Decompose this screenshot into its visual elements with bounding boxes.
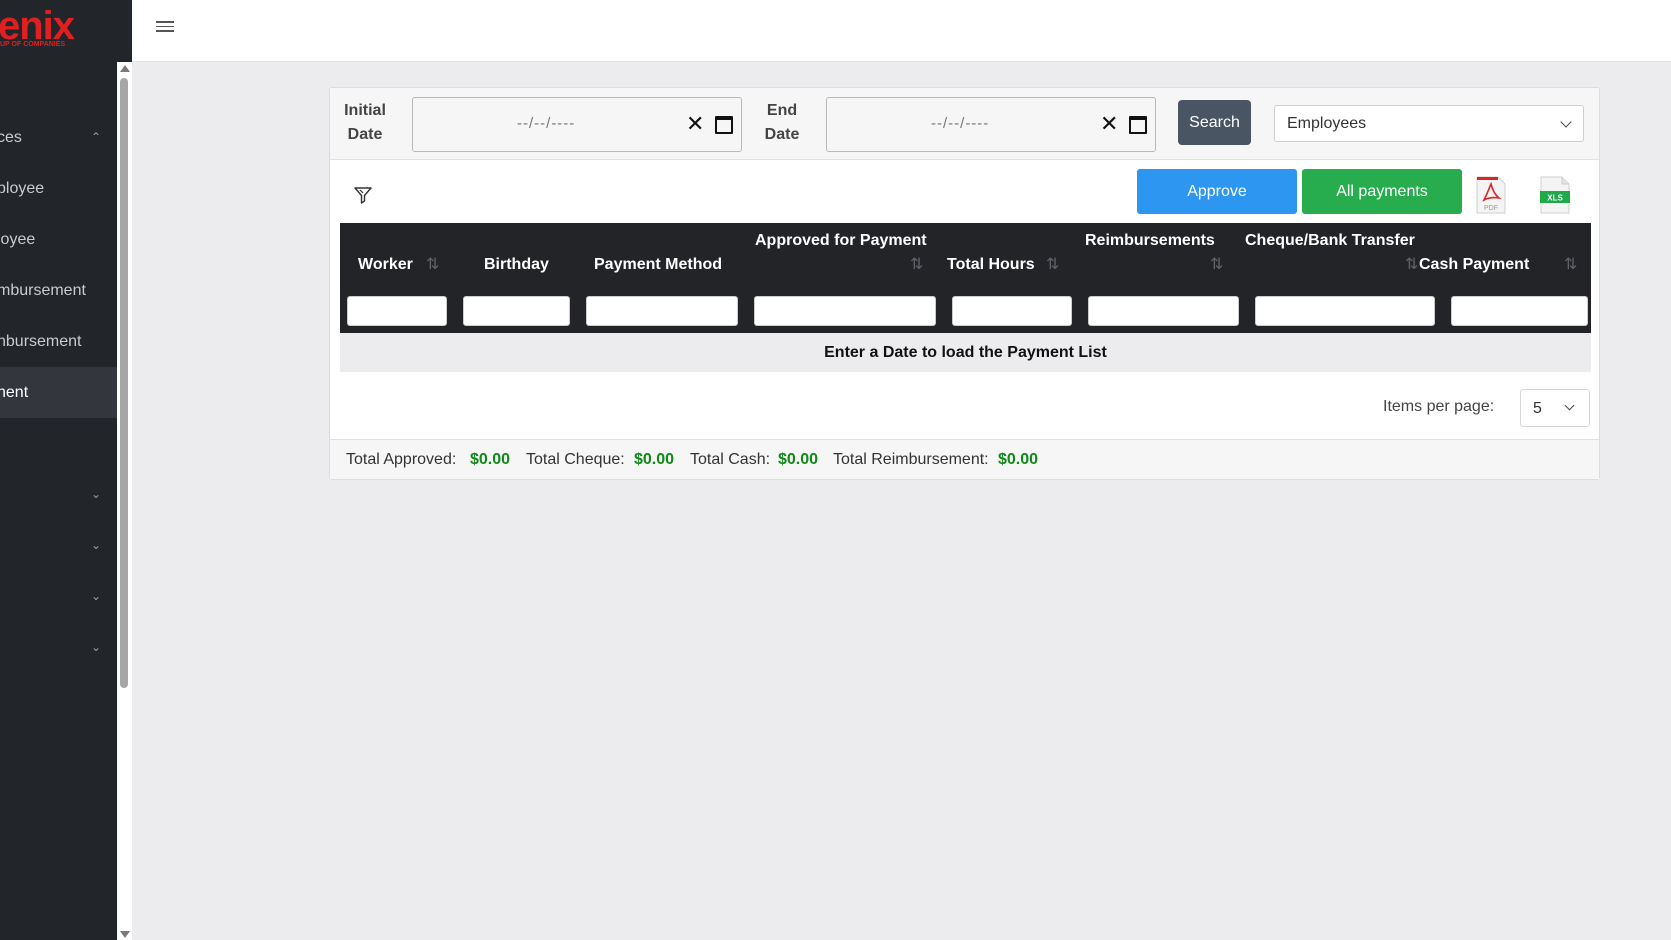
total-cash-value: $0.00 <box>778 451 819 468</box>
calendar-icon[interactable] <box>715 116 733 134</box>
scroll-thumb[interactable] <box>120 78 128 688</box>
end-date-label: End Date <box>764 102 800 143</box>
employee-select[interactable]: Employees <box>1274 105 1584 142</box>
sort-icon[interactable]: ⇅ <box>910 254 923 274</box>
items-per-page-select[interactable]: 5 <box>1520 389 1590 427</box>
sidebar: ces ⌃ ployee loyee mbursement nbursement… <box>0 0 132 940</box>
sort-icon[interactable]: ⇅ <box>1046 254 1059 274</box>
chevron-up-icon: ⌃ <box>90 130 101 144</box>
filter-approved-input[interactable] <box>754 296 936 326</box>
col-birthday[interactable]: Birthday <box>484 256 549 274</box>
filter-birthday-input[interactable] <box>463 296 570 326</box>
filter-cash-input[interactable] <box>1451 296 1588 326</box>
col-approved-for-payment[interactable]: Approved for Payment <box>755 232 927 250</box>
sidebar-item-label: loyee <box>0 231 36 248</box>
employee-select-value: Employees <box>1287 115 1367 132</box>
filter-cheque-input[interactable] <box>1255 296 1435 326</box>
topbar <box>132 0 1671 62</box>
xls-label: XLS <box>1547 194 1563 203</box>
logo: enix UP OF COMPANIES <box>0 0 132 62</box>
sort-icon[interactable]: ⇅ <box>1405 254 1418 274</box>
col-cash-payment[interactable]: Cash Payment <box>1419 256 1529 274</box>
xls-export-icon[interactable]: XLS <box>1540 176 1570 214</box>
date-filter-bar: Initial Date --/--/---- ✕ End Date --/--… <box>330 88 1599 160</box>
chevron-down-icon: ⌄ <box>90 640 101 654</box>
totals-bar: Total Approved: $0.00 Total Cheque: $0.0… <box>330 439 1599 479</box>
chevron-down-icon <box>1560 116 1572 128</box>
initial-date-label: Initial Date <box>344 102 386 143</box>
total-reimbursement-label: Total Reimbursement: <box>833 451 989 468</box>
filter-payment-method-input[interactable] <box>586 296 738 326</box>
hamburger-icon[interactable] <box>156 18 174 36</box>
sort-icon[interactable]: ⇅ <box>1564 254 1577 274</box>
sidebar-item-4[interactable]: mbursement <box>0 265 117 316</box>
filter-worker-input[interactable] <box>347 296 447 326</box>
pdf-label: PDF <box>1484 205 1498 212</box>
total-cash-label: Total Cash: <box>690 451 771 468</box>
all-payments-button[interactable]: All payments <box>1302 169 1462 214</box>
sidebar-group-2[interactable]: ⌄ <box>0 520 117 571</box>
sidebar-item-label: ployee <box>0 180 45 197</box>
chevron-down-icon: ⌄ <box>90 589 101 603</box>
sidebar-item-label: nbursement <box>0 333 82 350</box>
sidebar-item-label: ces <box>0 129 22 146</box>
end-date-input[interactable]: --/--/---- ✕ <box>826 97 1156 152</box>
clear-icon[interactable]: ✕ <box>686 112 704 136</box>
sidebar-item-2[interactable]: ployee <box>0 163 117 214</box>
scroll-up-arrow-icon[interactable] <box>120 65 130 72</box>
col-reimbursements[interactable]: Reimbursements <box>1085 232 1215 250</box>
col-payment-method[interactable]: Payment Method <box>594 256 722 274</box>
approve-button[interactable]: Approve <box>1137 169 1297 214</box>
total-approved-label: Total Approved: <box>346 451 457 468</box>
sidebar-group-3[interactable]: ⌄ <box>0 571 117 622</box>
search-button[interactable]: Search <box>1178 100 1251 145</box>
col-worker[interactable]: Worker <box>358 256 413 274</box>
sidebar-item-3[interactable]: loyee <box>0 214 117 265</box>
filter-icon[interactable] <box>352 184 374 206</box>
date-placeholder: --/--/---- <box>931 115 990 132</box>
logo-text: enix <box>0 4 75 48</box>
payments-card: Initial Date --/--/---- ✕ End Date --/--… <box>329 87 1600 480</box>
sort-icon[interactable]: ⇅ <box>1210 254 1223 274</box>
total-cheque-label: Total Cheque: <box>526 451 625 468</box>
chevron-down-icon: ⌄ <box>90 487 101 501</box>
col-total-hours[interactable]: Total Hours <box>947 256 1035 274</box>
sidebar-group-1[interactable]: ⌄ <box>0 469 117 520</box>
sidebar-nav: ces ⌃ ployee loyee mbursement nbursement… <box>0 0 117 940</box>
total-reimbursement-value: $0.00 <box>998 451 1039 468</box>
initial-date-input[interactable]: --/--/---- ✕ <box>412 97 742 152</box>
scroll-down-arrow-icon[interactable] <box>120 931 130 938</box>
chevron-down-icon <box>1564 400 1575 411</box>
sort-icon[interactable]: ⇅ <box>426 254 439 274</box>
pdf-export-icon[interactable]: PDF <box>1476 176 1506 214</box>
chevron-down-icon: ⌄ <box>90 538 101 552</box>
total-approved-value: $0.00 <box>470 451 511 468</box>
col-cheque-bank-transfer[interactable]: Cheque/Bank Transfer <box>1245 232 1415 250</box>
sidebar-item-label: mbursement <box>0 282 86 299</box>
sidebar-item-label: nent <box>0 384 29 401</box>
sidebar-item-5[interactable]: nbursement <box>0 316 117 367</box>
clear-icon[interactable]: ✕ <box>1100 112 1118 136</box>
sidebar-item-active[interactable]: nent <box>0 367 117 418</box>
items-per-page-value: 5 <box>1533 400 1542 417</box>
filter-reimbursements-input[interactable] <box>1088 296 1239 326</box>
total-cheque-value: $0.00 <box>634 451 675 468</box>
filter-total-hours-input[interactable] <box>952 296 1072 326</box>
empty-table-message: Enter a Date to load the Payment List <box>340 333 1591 372</box>
sidebar-item-1[interactable]: ces ⌃ <box>0 112 117 163</box>
calendar-icon[interactable] <box>1129 116 1147 134</box>
table-header: Worker ⇅ Birthday Payment Method Approve… <box>340 223 1591 333</box>
date-placeholder: --/--/---- <box>517 115 576 132</box>
items-per-page-label: Items per page: <box>1383 398 1495 415</box>
sidebar-group-4[interactable]: ⌄ <box>0 622 117 673</box>
logo-subtitle: UP OF COMPANIES <box>0 41 66 48</box>
sidebar-scrollbar[interactable] <box>117 62 132 940</box>
